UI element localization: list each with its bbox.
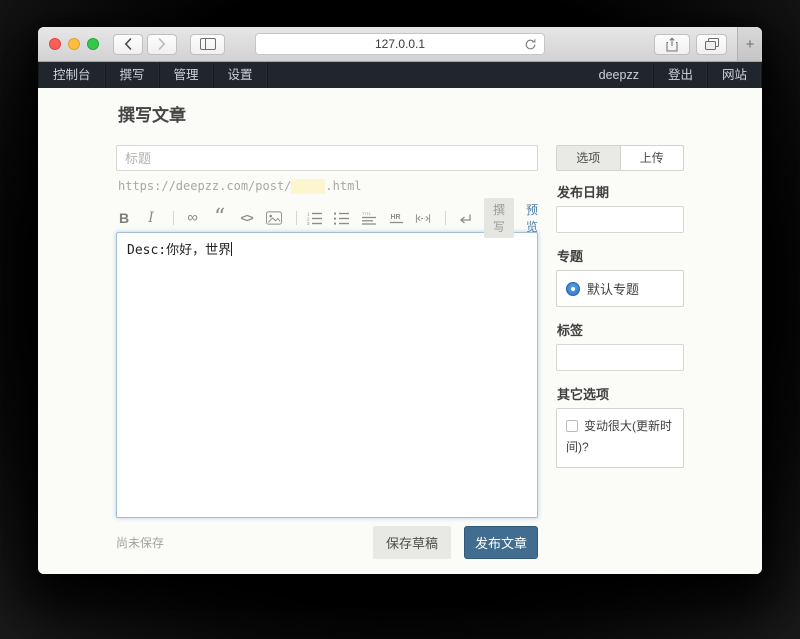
tab-overview-button[interactable]: [696, 34, 727, 55]
topic-option-row[interactable]: 默认专题: [556, 270, 684, 307]
blockquote-icon[interactable]: “: [212, 212, 228, 224]
sidebar-toggle-button[interactable]: [190, 34, 225, 55]
navbar-spacer: [268, 62, 585, 88]
address-text: 127.0.0.1: [375, 37, 425, 51]
share-button[interactable]: [654, 34, 690, 55]
svg-text:3: 3: [307, 221, 310, 225]
publish-button[interactable]: 发布文章: [464, 526, 538, 559]
back-button[interactable]: [113, 34, 143, 55]
article-body-text: Desc:你好，世界: [127, 243, 231, 258]
svg-text:HR: HR: [390, 214, 400, 221]
browser-toolbar: 127.0.0.1 +: [38, 27, 762, 62]
options-sidebar: 选项 上传 发布日期 专题 默认专题 标签 其它选项 变动很大(更新时间)?: [556, 145, 684, 559]
link-icon[interactable]: ∞: [185, 208, 201, 228]
sidebar-tabs: 选项 上传: [556, 145, 684, 171]
permalink-suffix: .html: [325, 179, 361, 193]
tab-options[interactable]: 选项: [557, 146, 620, 170]
publish-date-input[interactable]: [556, 206, 684, 233]
article-title-input[interactable]: [116, 145, 538, 171]
code-icon[interactable]: <>: [239, 208, 255, 228]
tabs-icon: [705, 38, 719, 50]
article-body-textarea[interactable]: Desc:你好，世界: [116, 232, 538, 518]
close-window-button[interactable]: [49, 38, 61, 50]
forward-button[interactable]: [147, 34, 177, 55]
page-content: 撰写文章 https://deepzz.com/post/ .html B I ∞…: [38, 88, 762, 574]
bold-icon[interactable]: B: [116, 208, 132, 228]
sidebar-icon: [200, 38, 216, 50]
editor-mode-switch: 撰写 预览: [484, 198, 538, 238]
chevron-left-icon: [124, 38, 132, 50]
reload-icon: [524, 38, 537, 51]
nav-item-site[interactable]: 网站: [708, 62, 762, 88]
minimize-window-button[interactable]: [68, 38, 80, 50]
nav-item-logout[interactable]: 登出: [654, 62, 708, 88]
zoom-window-button[interactable]: [87, 38, 99, 50]
preview-mode-button[interactable]: 预览: [526, 201, 538, 235]
undo-icon[interactable]: [457, 208, 473, 228]
horizontal-rule-icon[interactable]: HR: [388, 208, 404, 228]
reload-button[interactable]: [524, 38, 537, 51]
page-title: 撰写文章: [118, 106, 684, 126]
other-options-label: 其它选项: [557, 384, 684, 403]
share-icon: [666, 37, 678, 52]
chevron-right-icon: [158, 38, 166, 50]
toolbar-divider: [173, 211, 174, 225]
unordered-list-icon[interactable]: [334, 208, 350, 228]
other-option-row[interactable]: 变动很大(更新时间)?: [556, 408, 684, 468]
checkbox-unchecked-icon[interactable]: [566, 420, 578, 432]
save-draft-button[interactable]: 保存草稿: [373, 526, 451, 559]
save-status-text: 尚未保存: [116, 534, 164, 551]
tags-label: 标签: [557, 320, 684, 339]
editor-toolbar: B I ∞ “ <> 123: [116, 206, 538, 230]
editor-footer: 尚未保存 保存草稿 发布文章: [116, 526, 538, 559]
italic-icon[interactable]: I: [143, 208, 159, 228]
topic-option-text: 默认专题: [587, 279, 639, 298]
permalink-line: https://deepzz.com/post/ .html: [118, 177, 538, 195]
new-tab-button[interactable]: +: [737, 27, 762, 61]
tab-upload[interactable]: 上传: [620, 146, 684, 170]
nav-item-write[interactable]: 撰写: [106, 62, 160, 88]
publish-date-label: 发布日期: [557, 182, 684, 201]
permalink-prefix: https://deepzz.com/post/: [118, 179, 291, 193]
text-caret: [231, 242, 232, 256]
svg-text:TITL: TITL: [362, 211, 372, 216]
address-bar[interactable]: 127.0.0.1: [255, 33, 545, 55]
browser-window: 127.0.0.1 + 控制台 撰写 管理 设置 deepzz 登出 网站 撰写…: [38, 27, 762, 574]
topic-label: 专题: [557, 246, 684, 265]
traffic-lights: [49, 38, 99, 50]
toolbar-divider: [445, 211, 446, 225]
write-mode-button[interactable]: 撰写: [484, 198, 514, 238]
heading-icon[interactable]: TITL: [361, 208, 377, 228]
nav-item-username[interactable]: deepzz: [585, 62, 654, 88]
nav-item-console[interactable]: 控制台: [38, 62, 106, 88]
image-icon[interactable]: [266, 208, 282, 228]
other-option-text: 变动很大(更新时间)?: [566, 419, 672, 454]
permalink-slug-field[interactable]: [291, 179, 325, 194]
admin-navbar: 控制台 撰写 管理 设置 deepzz 登出 网站: [38, 62, 762, 88]
tags-input[interactable]: [556, 344, 684, 371]
nav-item-manage[interactable]: 管理: [160, 62, 214, 88]
page-break-icon[interactable]: [415, 208, 431, 228]
nav-item-settings[interactable]: 设置: [214, 62, 268, 88]
editor-column: https://deepzz.com/post/ .html B I ∞ “ <>…: [116, 145, 538, 559]
toolbar-divider: [296, 211, 297, 225]
radio-selected-icon[interactable]: [566, 282, 580, 296]
ordered-list-icon[interactable]: 123: [307, 208, 323, 228]
